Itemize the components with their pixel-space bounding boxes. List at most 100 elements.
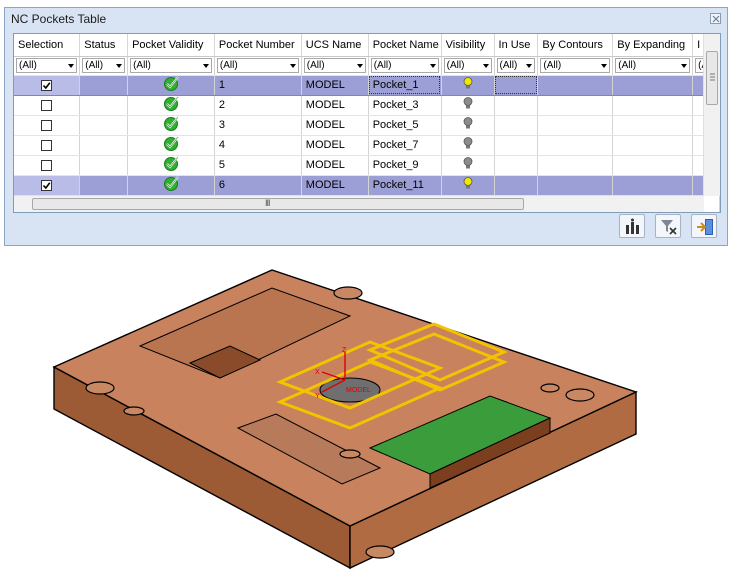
table-cell[interactable] [612,75,694,96]
table-cell[interactable] [79,95,129,116]
column-header[interactable]: Pocket Name [368,34,442,57]
table-cell[interactable] [127,75,215,96]
table-cell[interactable]: 4 [214,135,302,156]
visibility-bulb-icon[interactable] [463,177,473,190]
filter-dropdown[interactable]: (All) [540,58,611,73]
vertical-scrollbar[interactable] [703,34,720,196]
table-cell[interactable] [79,115,129,136]
table-cell[interactable] [14,135,81,156]
visibility-bulb-icon[interactable] [463,117,473,130]
table-cell[interactable] [127,115,215,136]
column-header[interactable]: Pocket Number [214,34,302,57]
selection-checkbox[interactable] [41,119,53,131]
table-cell[interactable] [612,135,694,156]
table-row[interactable]: 1 MODEL Pocket_1 [14,75,720,96]
vertical-scroll-thumb[interactable] [706,51,718,105]
filter-dropdown[interactable]: (All) [130,58,212,73]
horizontal-scrollbar[interactable]: III [14,195,704,212]
table-cell[interactable] [14,75,81,96]
table-row[interactable]: 4 MODEL Pocket_7 [14,135,720,156]
table-cell[interactable] [441,155,495,176]
column-header[interactable]: By Expanding [612,34,694,57]
filter-dropdown[interactable]: (All) [370,58,439,73]
table-cell[interactable] [537,115,614,136]
close-button[interactable] [710,13,721,24]
table-cell[interactable] [79,75,129,96]
table-cell[interactable] [14,175,81,196]
selection-checkbox[interactable] [41,99,53,111]
table-cell[interactable] [494,75,539,96]
column-header[interactable]: Visibility [441,34,495,57]
table-cell[interactable] [612,175,694,196]
filter-dropdown[interactable]: (All) [216,58,299,73]
table-cell[interactable] [14,115,81,136]
table-cell[interactable] [441,175,495,196]
selection-checkbox[interactable] [41,139,53,151]
filter-dropdown[interactable]: (All) [82,58,126,73]
selection-checkbox[interactable] [41,159,53,171]
table-cell[interactable]: MODEL [301,75,369,96]
table-cell[interactable]: MODEL [301,155,369,176]
table-row[interactable]: 6 MODEL Pocket_11 [14,175,720,196]
table-cell[interactable]: 2 [214,95,302,116]
table-cell[interactable]: MODEL [301,135,369,156]
table-cell[interactable] [612,115,694,136]
info-button[interactable] [619,214,645,238]
table-cell[interactable]: MODEL [301,115,369,136]
table-cell[interactable] [79,155,129,176]
table-cell[interactable]: Pocket_7 [368,135,442,156]
table-cell[interactable] [127,155,215,176]
table-cell[interactable]: Pocket_3 [368,95,442,116]
table-cell[interactable] [14,95,81,116]
table-cell[interactable] [537,155,614,176]
column-header[interactable]: UCS Name [301,34,369,57]
filter-dropdown[interactable]: (All) [443,58,492,73]
table-row[interactable]: 5 MODEL Pocket_9 [14,155,720,176]
table-row[interactable]: 2 MODEL Pocket_3 [14,95,720,116]
column-header[interactable]: Pocket Validity [127,34,215,57]
visibility-bulb-icon[interactable] [463,137,473,150]
table-cell[interactable]: 6 [214,175,302,196]
table-cell[interactable] [494,95,539,116]
table-cell[interactable]: Pocket_11 [368,175,442,196]
table-cell[interactable]: Pocket_9 [368,155,442,176]
table-cell[interactable]: 5 [214,155,302,176]
table-cell[interactable] [127,175,215,196]
table-cell[interactable] [537,95,614,116]
table-cell[interactable] [537,175,614,196]
filter-dropdown[interactable]: (All) [303,58,366,73]
table-cell[interactable] [14,155,81,176]
table-row[interactable]: 3 MODEL Pocket_5 [14,115,720,136]
table-cell[interactable] [494,155,539,176]
selection-checkbox[interactable] [41,79,53,91]
table-cell[interactable]: Pocket_5 [368,115,442,136]
table-cell[interactable] [441,95,495,116]
table-cell[interactable] [127,135,215,156]
table-cell[interactable]: 3 [214,115,302,136]
table-cell[interactable] [79,175,129,196]
table-cell[interactable] [537,135,614,156]
table-cell[interactable] [79,135,129,156]
horizontal-scroll-thumb[interactable]: III [32,198,524,210]
table-cell[interactable] [494,135,539,156]
selection-checkbox[interactable] [41,179,53,191]
visibility-bulb-icon[interactable] [463,157,473,170]
table-cell[interactable]: Pocket_1 [368,75,442,96]
visibility-bulb-icon[interactable] [463,77,473,90]
table-cell[interactable] [441,135,495,156]
table-cell[interactable]: MODEL [301,175,369,196]
column-header[interactable]: In Use [494,34,539,57]
table-cell[interactable] [612,95,694,116]
column-header[interactable]: Status [79,34,129,57]
table-cell[interactable] [127,95,215,116]
table-cell[interactable] [494,175,539,196]
filter-dropdown[interactable]: (All) [496,58,536,73]
table-cell[interactable] [612,155,694,176]
table-cell[interactable]: MODEL [301,95,369,116]
filter-dropdown[interactable]: (All) [615,58,691,73]
column-header[interactable]: By Contours [537,34,614,57]
filter-dropdown[interactable]: (All) [16,58,78,73]
clear-filter-button[interactable] [655,214,681,238]
table-cell[interactable] [494,115,539,136]
column-header[interactable]: Selection [14,34,81,57]
